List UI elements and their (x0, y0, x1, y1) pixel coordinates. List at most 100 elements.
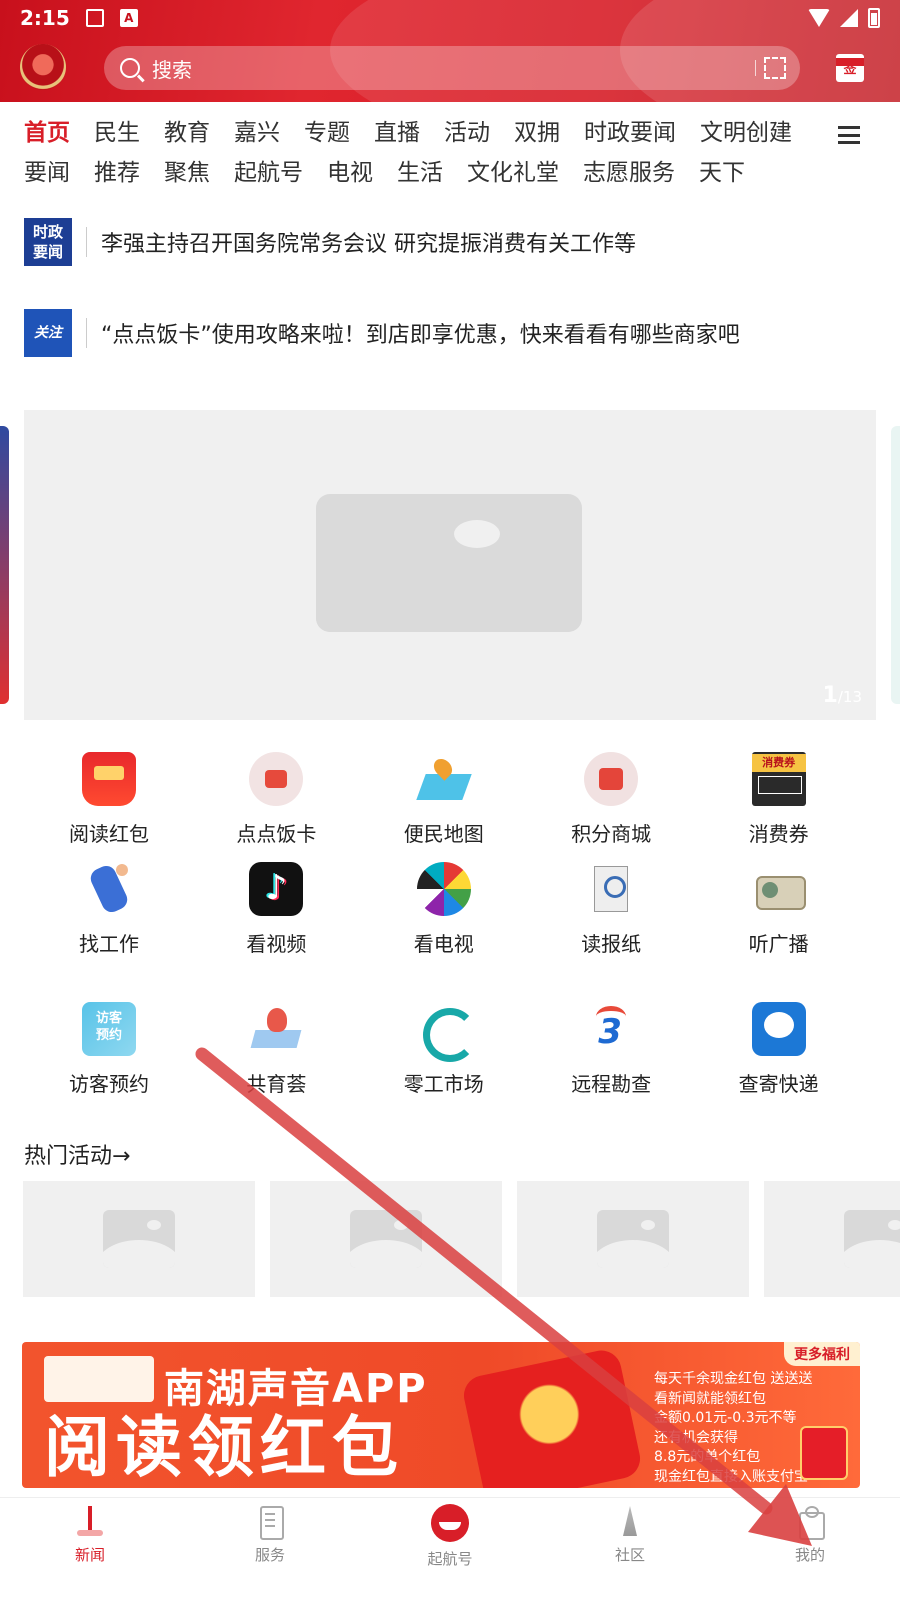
tab-qihang[interactable]: 起航号 (360, 1498, 540, 1600)
cart-icon (584, 752, 639, 806)
app-logo[interactable] (20, 44, 66, 90)
service-item[interactable]: 便民地图 (359, 752, 529, 847)
channel-tab[interactable]: 时政要闻 (584, 113, 676, 147)
channel-tab[interactable]: 教育 (164, 113, 210, 147)
service-item[interactable]: 看电视 (359, 862, 529, 957)
service-item[interactable]: 共育荟 (191, 1002, 361, 1097)
service-item[interactable]: 远程勘查 (526, 1002, 696, 1097)
service-item[interactable]: 点点饭卡 (191, 752, 361, 847)
image-placeholder-icon (844, 1210, 900, 1268)
news-separator (86, 318, 87, 348)
channel-tab[interactable]: 文化礼堂 (467, 153, 559, 187)
tab-me[interactable]: 我的 (720, 1498, 900, 1600)
wifi-icon (808, 9, 830, 27)
me-tab-icon (795, 1504, 825, 1540)
search-divider (755, 60, 756, 76)
search-icon (120, 58, 140, 78)
station-logo (44, 1356, 154, 1402)
channel-tab[interactable]: 起航号 (234, 153, 303, 187)
carousel-next-peek (891, 426, 900, 704)
scan-icon[interactable] (764, 57, 786, 79)
service-item[interactable]: 找工作 (24, 862, 194, 957)
promo-banner[interactable]: 南湖声音APP 阅读领红包 每天千余现金红包 送送送 看新闻就能领红包 金额0.01… (22, 1342, 860, 1488)
channel-tab[interactable]: 文明创建 (700, 113, 792, 147)
service-item[interactable]: 阅读红包 (24, 752, 194, 847)
carousel-prev-peek (0, 426, 9, 704)
channel-row-1: 首页 民生 教育 嘉兴 专题 直播 活动 双拥 时政要闻 文明创建 (24, 110, 824, 150)
channel-menu-icon[interactable] (838, 126, 860, 144)
service-item[interactable]: 消费券 (694, 752, 864, 847)
hot-activity-card[interactable] (270, 1181, 502, 1297)
promo-headline: 阅读领红包 (44, 1409, 404, 1486)
channel-tab[interactable]: 推荐 (94, 153, 140, 187)
channel-tab[interactable]: 志愿服务 (583, 153, 675, 187)
wallet-icon (249, 752, 304, 806)
map-icon (417, 752, 471, 806)
service-tab-icon (255, 1504, 285, 1540)
hot-activity-card[interactable] (23, 1181, 255, 1297)
tiktok-icon (249, 862, 304, 916)
red-packet-icon (800, 1426, 848, 1480)
service-label: 阅读红包 (69, 822, 149, 846)
promo-app-name: 南湖声音APP (164, 1366, 428, 1412)
service-label: 共育荟 (246, 1072, 307, 1096)
focus-badge: 关注 (24, 309, 72, 357)
tab-community[interactable]: 社区 (540, 1498, 720, 1600)
news-headline: “点点饭卡”使用攻略来啦！到店即享优惠，快来看看有哪些商家吧 (101, 323, 740, 348)
service-label: 消费券 (748, 822, 809, 846)
channel-tab[interactable]: 天下 (699, 153, 745, 187)
survey-icon (584, 1002, 638, 1056)
tab-label: 我的 (794, 1546, 825, 1564)
channel-tab[interactable]: 嘉兴 (234, 113, 280, 147)
coupon-icon (751, 752, 806, 806)
tab-label: 新闻 (74, 1546, 105, 1564)
channel-tab[interactable]: 直播 (374, 113, 420, 147)
promo-line: 看新闻就能领红包 (654, 1390, 766, 1407)
service-item[interactable]: 访客 预约 (24, 1002, 194, 1097)
channel-tab[interactable]: 生活 (397, 153, 443, 187)
job-icon (82, 862, 136, 916)
image-placeholder-icon (316, 494, 582, 632)
news-item[interactable]: 时政要闻 李强主持召开国务院常务会议 研究提振消费有关工作等 (24, 218, 864, 266)
channel-row-2: 要闻 推荐 聚焦 起航号 电视 生活 文化礼堂 志愿服务 天下 (24, 150, 824, 190)
battery-icon (868, 8, 880, 28)
more-benefits-tag: 更多福利 (784, 1342, 860, 1366)
news-item[interactable]: 关注 “点点饭卡”使用攻略来啦！到店即享优惠，快来看看有哪些商家吧 (24, 309, 864, 357)
channel-tab[interactable]: 专题 (304, 113, 350, 147)
gig-market-icon (417, 1002, 477, 1062)
status-indicators (808, 8, 880, 28)
red-packet-icon (82, 752, 136, 806)
app-notification-icon: A (119, 9, 138, 27)
banner-carousel[interactable]: 1/13 (24, 410, 876, 720)
channel-tab[interactable]: 电视 (327, 153, 373, 187)
status-time: 2:15 (20, 6, 70, 30)
service-label: 看电视 (413, 932, 474, 956)
red-packet-illustration (460, 1346, 644, 1488)
channel-tab[interactable]: 首页 (24, 113, 70, 147)
sign-in-calendar-icon[interactable]: 签 (836, 54, 864, 82)
image-notification-icon (85, 9, 104, 27)
service-item[interactable]: 看视频 (191, 862, 361, 957)
service-item[interactable]: 零工市场 (359, 1002, 529, 1097)
service-item[interactable]: 查寄快递 (694, 1002, 864, 1097)
image-placeholder-icon (103, 1210, 175, 1268)
service-item[interactable]: 积分商城 (526, 752, 696, 847)
channel-tab[interactable]: 聚焦 (164, 153, 210, 187)
channel-tab[interactable]: 要闻 (24, 153, 70, 187)
channel-tabs: 首页 民生 教育 嘉兴 专题 直播 活动 双拥 时政要闻 文明创建 要闻 推荐 聚焦 起航号 电视 生活 文化… (24, 110, 824, 190)
channel-tab[interactable]: 民生 (94, 113, 140, 147)
service-item[interactable]: 读报纸 (526, 862, 696, 957)
bottom-tab-bar: 新闻 服务 起航号 社区 我的 (0, 1497, 900, 1600)
politics-news-badge: 时政要闻 (24, 218, 72, 266)
service-label: 读报纸 (581, 932, 642, 956)
service-label: 看视频 (246, 932, 307, 956)
service-item[interactable]: 听广播 (694, 862, 864, 957)
search-input[interactable]: 搜索 (104, 46, 800, 90)
tab-services[interactable]: 服务 (180, 1498, 360, 1600)
hot-activity-card[interactable] (764, 1181, 900, 1297)
hot-activities-title[interactable]: 热门活动→ (24, 1138, 130, 1170)
channel-tab[interactable]: 双拥 (514, 113, 560, 147)
channel-tab[interactable]: 活动 (444, 113, 490, 147)
hot-activity-card[interactable] (517, 1181, 749, 1297)
tab-news[interactable]: 新闻 (0, 1498, 180, 1600)
